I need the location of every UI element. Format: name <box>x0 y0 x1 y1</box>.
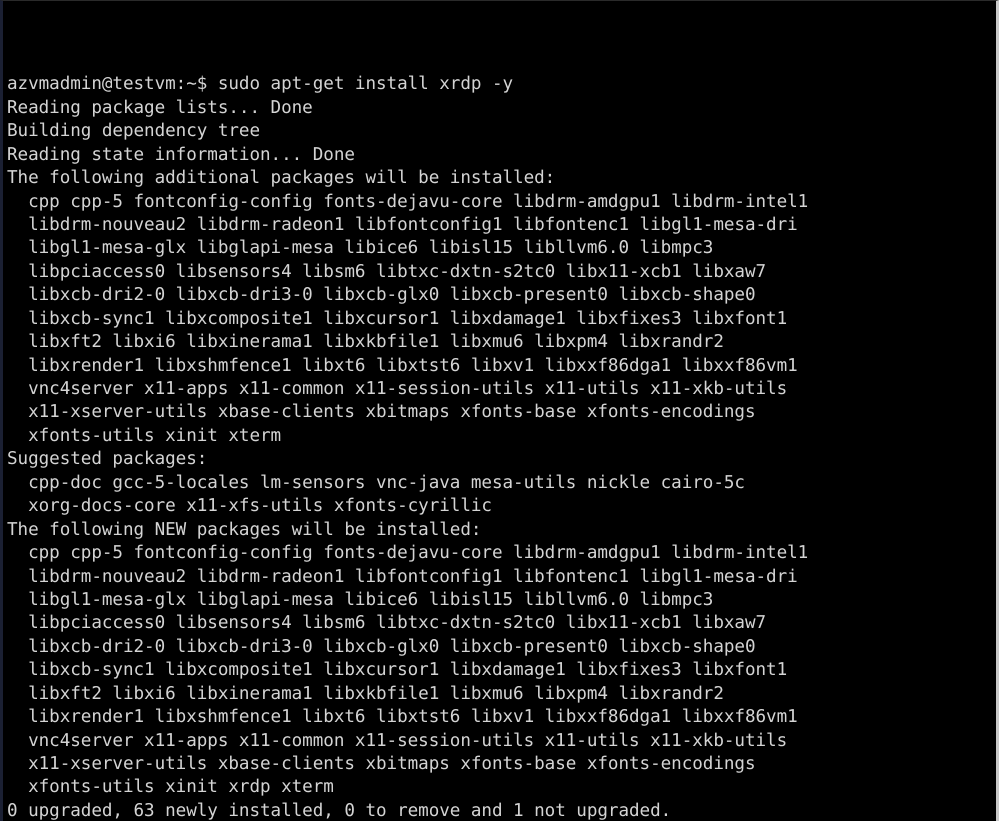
terminal-output-line: Suggested packages: <box>7 449 208 470</box>
terminal-output-line: libxcb-sync1 libxcomposite1 libxcursor1 … <box>7 308 788 329</box>
terminal-output-line: Building dependency tree <box>7 121 261 142</box>
terminal-output-line: libpciaccess0 libsensors4 libsm6 libtxc-… <box>7 261 767 282</box>
terminal-output-line: vnc4server x11-apps x11-common x11-sessi… <box>7 730 788 751</box>
terminal-output-line: cpp-doc gcc-5-locales lm-sensors vnc-jav… <box>7 472 745 493</box>
terminal-output-line: x11-xserver-utils xbase-clients xbitmaps… <box>7 754 756 775</box>
terminal-prompt-line: azvmadmin@testvm:~$ sudo apt-get install… <box>7 74 514 95</box>
terminal-output-line: libxft2 libxi6 libxinerama1 libxkbfile1 … <box>7 332 724 353</box>
terminal-output-line: 0 upgraded, 63 newly installed, 0 to rem… <box>7 800 672 821</box>
terminal-output-line: libxcb-dri2-0 libxcb-dri3-0 libxcb-glx0 … <box>7 285 756 306</box>
terminal-output-line: libxcb-sync1 libxcomposite1 libxcursor1 … <box>7 660 788 681</box>
terminal-output-line: The following additional packages will b… <box>7 168 556 189</box>
terminal-output-line: libgl1-mesa-glx libglapi-mesa libice6 li… <box>7 238 714 259</box>
terminal-output-line: libxrender1 libxshmfence1 libxt6 libxtst… <box>7 707 798 728</box>
terminal-output-line: vnc4server x11-apps x11-common x11-sessi… <box>7 379 788 400</box>
terminal-output-line: libdrm-nouveau2 libdrm-radeon1 libfontco… <box>7 566 798 587</box>
terminal-output-line: libpciaccess0 libsensors4 libsm6 libtxc-… <box>7 613 767 634</box>
terminal-output-line: libxrender1 libxshmfence1 libxt6 libxtst… <box>7 355 798 376</box>
terminal-output-line: libxft2 libxi6 libxinerama1 libxkbfile1 … <box>7 683 724 704</box>
terminal-output-area[interactable]: azvmadmin@testvm:~$ sudo apt-get install… <box>3 1 996 821</box>
terminal-output-line: Reading package lists... Done <box>7 97 313 118</box>
terminal-output-line: Reading state information... Done <box>7 144 355 165</box>
terminal-window[interactable]: azvmadmin@testvm:~$ sudo apt-get install… <box>0 0 999 821</box>
terminal-output-line: libgl1-mesa-glx libglapi-mesa libice6 li… <box>7 589 714 610</box>
terminal-output-line: cpp cpp-5 fontconfig-config fonts-dejavu… <box>7 191 809 212</box>
terminal-output-line: libdrm-nouveau2 libdrm-radeon1 libfontco… <box>7 214 798 235</box>
terminal-output-line: xorg-docs-core x11-xfs-utils xfonts-cyri… <box>7 496 492 517</box>
terminal-output-line: xfonts-utils xinit xrdp xterm <box>7 777 334 798</box>
terminal-output-line: The following NEW packages will be insta… <box>7 519 482 540</box>
terminal-output-line: cpp cpp-5 fontconfig-config fonts-dejavu… <box>7 543 809 564</box>
terminal-output-line: xfonts-utils xinit xterm <box>7 425 282 446</box>
terminal-output-line: libxcb-dri2-0 libxcb-dri3-0 libxcb-glx0 … <box>7 636 756 657</box>
terminal-output-line: x11-xserver-utils xbase-clients xbitmaps… <box>7 402 756 423</box>
